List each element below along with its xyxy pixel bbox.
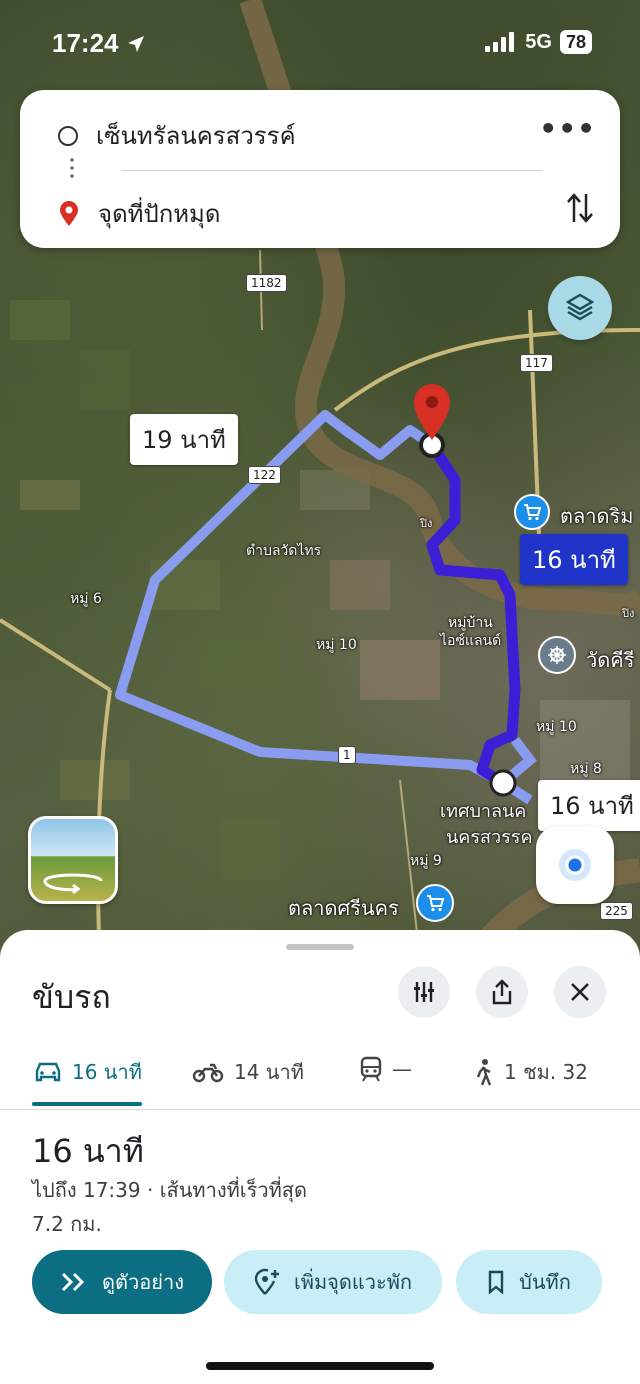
route-options-button[interactable]: [398, 966, 450, 1018]
map-label-moo6: หมู่ 6: [70, 591, 102, 607]
sheet-title: ขับรถ: [32, 978, 111, 1016]
signal-icon: [485, 32, 515, 52]
train-icon: [360, 1056, 382, 1082]
share-icon: [492, 979, 512, 1005]
road-shield-122: 122: [248, 466, 281, 484]
directions-card: เซ็นทรัลนครสวรรค์ จุดที่ปักหมุด •••: [20, 90, 620, 248]
directions-sheet: ขับรถ 16 นาที 14 นาที — 1 ชม. 32 16 นาที…: [0, 930, 640, 1384]
map-label-river: ปิง: [420, 517, 433, 530]
preview-button[interactable]: ดูตัวอย่าง: [32, 1250, 212, 1314]
route-dots: [70, 156, 74, 178]
road-shield-117: 117: [520, 354, 553, 372]
location-arrow-icon: [127, 36, 144, 52]
map-label-moo8: หมู่ 8: [570, 761, 602, 777]
save-label: บันทึก: [519, 1270, 571, 1294]
road-shield-225: 225: [600, 902, 633, 920]
road-shield-1: 1: [338, 746, 356, 764]
map-label-wat[interactable]: วัดคีรี: [586, 644, 634, 676]
battery-indicator: 78: [559, 30, 592, 54]
motorcycle-icon: [192, 1063, 224, 1083]
arrival-time: ไปถึง 17:39: [32, 1178, 141, 1202]
network-type: 5G: [525, 30, 552, 53]
destination-row[interactable]: จุดที่ปักหมุด: [58, 194, 220, 233]
tab-walk[interactable]: 1 ชม. 32: [474, 1056, 588, 1088]
layers-icon: [565, 293, 595, 321]
tab-drive-label: 16 นาที: [72, 1060, 142, 1084]
tab-transit-label: —: [392, 1057, 412, 1081]
map-label-moo9: หมู่ 9: [410, 853, 442, 869]
divider: [122, 170, 542, 171]
origin-circle-icon: [58, 125, 78, 146]
bookmark-icon: [488, 1270, 504, 1294]
temple-icon[interactable]: [538, 636, 576, 674]
tab-transit[interactable]: —: [360, 1056, 412, 1082]
route-duration-16-primary[interactable]: 16 นาที: [520, 534, 628, 585]
rotate-360-icon: [43, 873, 103, 895]
swap-icon[interactable]: [566, 190, 594, 226]
route-duration: 16 นาที: [32, 1132, 144, 1170]
road-shield-1182: 1182: [246, 274, 287, 292]
share-button[interactable]: [476, 966, 528, 1018]
walk-icon: [476, 1059, 492, 1086]
map-label-moo10-right: หมู่ 10: [536, 719, 577, 735]
tab-walk-label: 1 ชม. 32: [504, 1060, 589, 1084]
tab-drive[interactable]: 16 นาที: [34, 1056, 142, 1088]
origin-text[interactable]: เซ็นทรัลนครสวรรค์: [96, 116, 296, 155]
destination-pin-small-icon: [60, 200, 78, 226]
map-label-tambon: ตำบลวัดไทร: [246, 543, 322, 559]
origin-row[interactable]: เซ็นทรัลนครสวรรค์: [58, 116, 296, 155]
home-indicator[interactable]: [206, 1362, 434, 1370]
preview-label: ดูตัวอย่าง: [102, 1270, 184, 1294]
time-text: 17:24: [52, 28, 119, 58]
active-tab-indicator: [32, 1102, 142, 1106]
map-label-moo10: หมู่ 10: [316, 637, 357, 653]
map-label-river-2: ปิง: [622, 607, 635, 620]
tune-icon: [414, 982, 434, 1002]
route-arrival: ไปถึง 17:39 · เส้นทางที่เร็วที่สุด: [32, 1174, 307, 1206]
map-label-municipality-2: นครสวรรค: [446, 827, 533, 848]
double-chevron-icon: [61, 1272, 85, 1292]
destination-text[interactable]: จุดที่ปักหมุด: [98, 194, 220, 233]
street-view-thumbnail[interactable]: [28, 816, 118, 904]
my-location-icon: [559, 849, 591, 881]
save-button[interactable]: บันทึก: [456, 1250, 602, 1314]
status-time: 17:24: [52, 28, 146, 59]
route-duration-19[interactable]: 19 นาที: [130, 414, 238, 465]
market-rim-cart-icon[interactable]: [514, 494, 550, 530]
market-srinakorn-cart-icon[interactable]: [416, 884, 454, 922]
travel-mode-tabs: 16 นาที 14 นาที — 1 ชม. 32: [0, 1038, 640, 1110]
car-icon: [35, 1062, 61, 1082]
origin-marker: [489, 769, 517, 797]
tab-motorcycle-label: 14 นาที: [234, 1060, 304, 1084]
status-bar: 17:24 5G 78: [0, 0, 640, 80]
map-label-municipality: เทศบาลนค: [440, 801, 527, 822]
add-stop-label: เพิ่มจุดแวะพัก: [293, 1270, 413, 1294]
close-button[interactable]: [554, 966, 606, 1018]
add-location-icon: [254, 1268, 279, 1295]
add-stop-button[interactable]: เพิ่มจุดแวะพัก: [224, 1250, 442, 1314]
more-options-icon[interactable]: •••: [539, 112, 596, 145]
my-location-button[interactable]: [536, 826, 614, 904]
route-distance: 7.2 กม.: [32, 1212, 102, 1236]
close-icon: [571, 983, 589, 1001]
route-duration-16-alt[interactable]: 16 นาที: [538, 780, 640, 831]
map-label-market-srinakorn[interactable]: ตลาดศรีนคร: [288, 892, 399, 924]
layers-button[interactable]: [548, 276, 612, 340]
map-label-village-2: ไอซ์แลนด์: [440, 633, 502, 649]
tab-motorcycle[interactable]: 14 นาที: [192, 1056, 304, 1088]
route-note: · เส้นทางที่เร็วที่สุด: [140, 1178, 307, 1202]
map-label-market-rim[interactable]: ตลาดริม: [560, 500, 633, 532]
sheet-drag-handle[interactable]: [286, 944, 354, 950]
